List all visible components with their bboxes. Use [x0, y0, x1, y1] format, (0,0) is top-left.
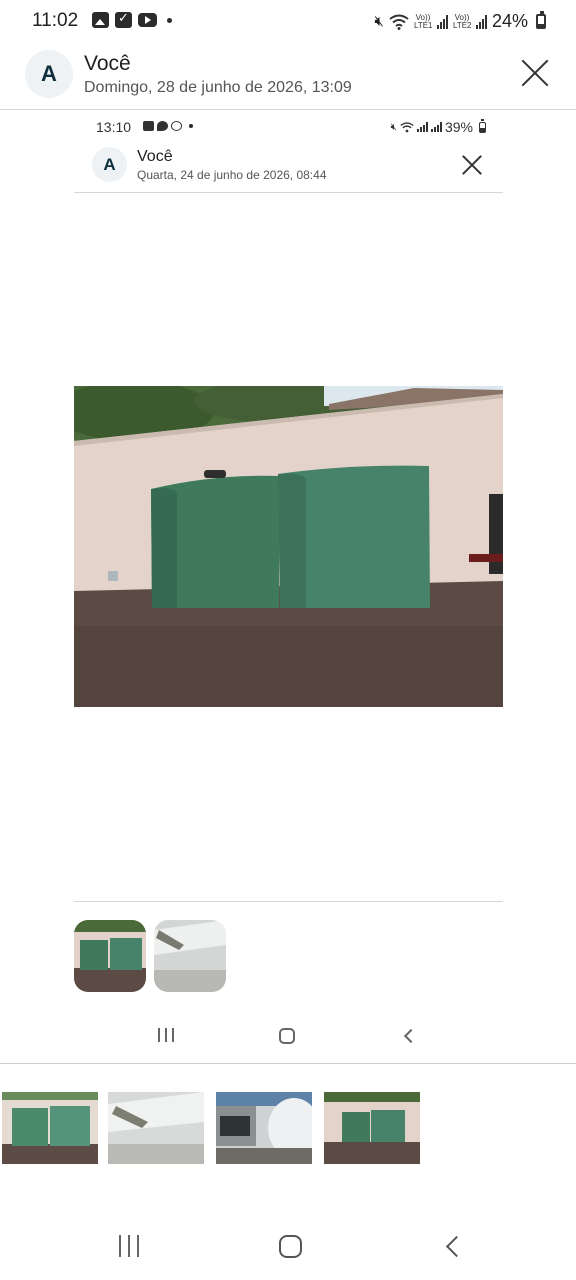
recent-apps-icon — [158, 1028, 174, 1042]
battery-icon — [479, 118, 486, 133]
status-time: 11:02 — [32, 10, 79, 31]
nav-bar — [0, 1222, 576, 1272]
recent-apps-icon[interactable] — [119, 1235, 139, 1257]
thumbnail-3[interactable] — [216, 1092, 312, 1164]
volte1-label: Vo)) LTE1 — [413, 12, 433, 30]
battery-percent: 24% — [491, 11, 528, 31]
mute-icon: 🔇︎ — [374, 13, 384, 30]
wifi-icon — [389, 14, 409, 30]
gallery-icon — [92, 12, 109, 28]
gallery-icon — [143, 121, 154, 131]
thumbnail-4[interactable] — [324, 1092, 420, 1164]
signal1-icon — [436, 14, 448, 29]
signal2-icon — [475, 14, 487, 29]
inner-sent-date: Quarta, 24 de junho de 2026, 08:44 — [137, 168, 327, 182]
notification-icons — [92, 10, 172, 28]
sent-date: Domingo, 28 de junho de 2026, 13:09 — [84, 79, 352, 96]
main-photo[interactable] — [74, 386, 503, 707]
inner-sender-name: Você — [137, 148, 173, 165]
sender-name: Você — [84, 52, 131, 75]
signal1-icon — [416, 122, 428, 132]
home-icon[interactable] — [279, 1235, 302, 1258]
dot-icon — [167, 17, 172, 23]
thumbnail-image — [74, 920, 146, 992]
inner-thumbnail-2 — [154, 920, 226, 992]
dot-icon — [189, 124, 193, 128]
whatsapp-icon — [171, 121, 182, 131]
inner-notification-icons — [143, 121, 193, 131]
youtube-icon — [138, 13, 157, 27]
inner-thumbnail-1 — [74, 920, 146, 992]
inner-divider — [74, 901, 503, 902]
home-icon — [279, 1028, 295, 1044]
volte2-label: Vo)) LTE2 — [452, 12, 472, 30]
back-icon — [403, 1028, 419, 1044]
inner-avatar: A — [92, 147, 127, 182]
thumbnail-image — [154, 920, 226, 992]
avatar[interactable]: A — [25, 50, 73, 98]
close-icon[interactable] — [520, 58, 550, 88]
battery-icon — [536, 11, 546, 29]
inner-status-time: 13:10 — [96, 119, 132, 135]
thumbnail-image — [2, 1092, 98, 1164]
viewer-header: A Você Domingo, 28 de junho de 2026, 13:… — [0, 44, 576, 110]
thumbnail-1[interactable] — [2, 1092, 98, 1164]
signal2-icon — [430, 122, 442, 132]
inner-viewer-header: A Você Quarta, 24 de junho de 2026, 08:4… — [74, 140, 503, 193]
photo-panels-image — [74, 386, 503, 707]
mute-icon: 🔇︎ — [390, 121, 397, 133]
inner-status-bar: 13:10 🔇︎ 39% — [96, 117, 486, 139]
thumbnails-divider — [0, 1063, 576, 1064]
inner-nav-bar — [74, 1015, 503, 1055]
thumbnail-image — [324, 1092, 420, 1164]
back-icon[interactable] — [445, 1235, 468, 1258]
thumbnail-image — [108, 1092, 204, 1164]
check-icon — [115, 10, 132, 28]
chat-icon — [157, 121, 168, 131]
inner-status-right: 🔇︎ 39% — [390, 118, 486, 135]
wifi-icon — [400, 121, 414, 132]
status-right: 🔇︎ Vo)) LTE1 Vo)) LTE2 24% — [375, 11, 546, 32]
thumbnail-2[interactable] — [108, 1092, 204, 1164]
thumbnail-image — [216, 1092, 312, 1164]
inner-battery-percent: 39% — [444, 119, 473, 135]
status-bar: 11:02 🔇︎ Vo)) LTE1 Vo)) LTE2 24% — [0, 0, 576, 44]
close-icon — [461, 154, 483, 176]
